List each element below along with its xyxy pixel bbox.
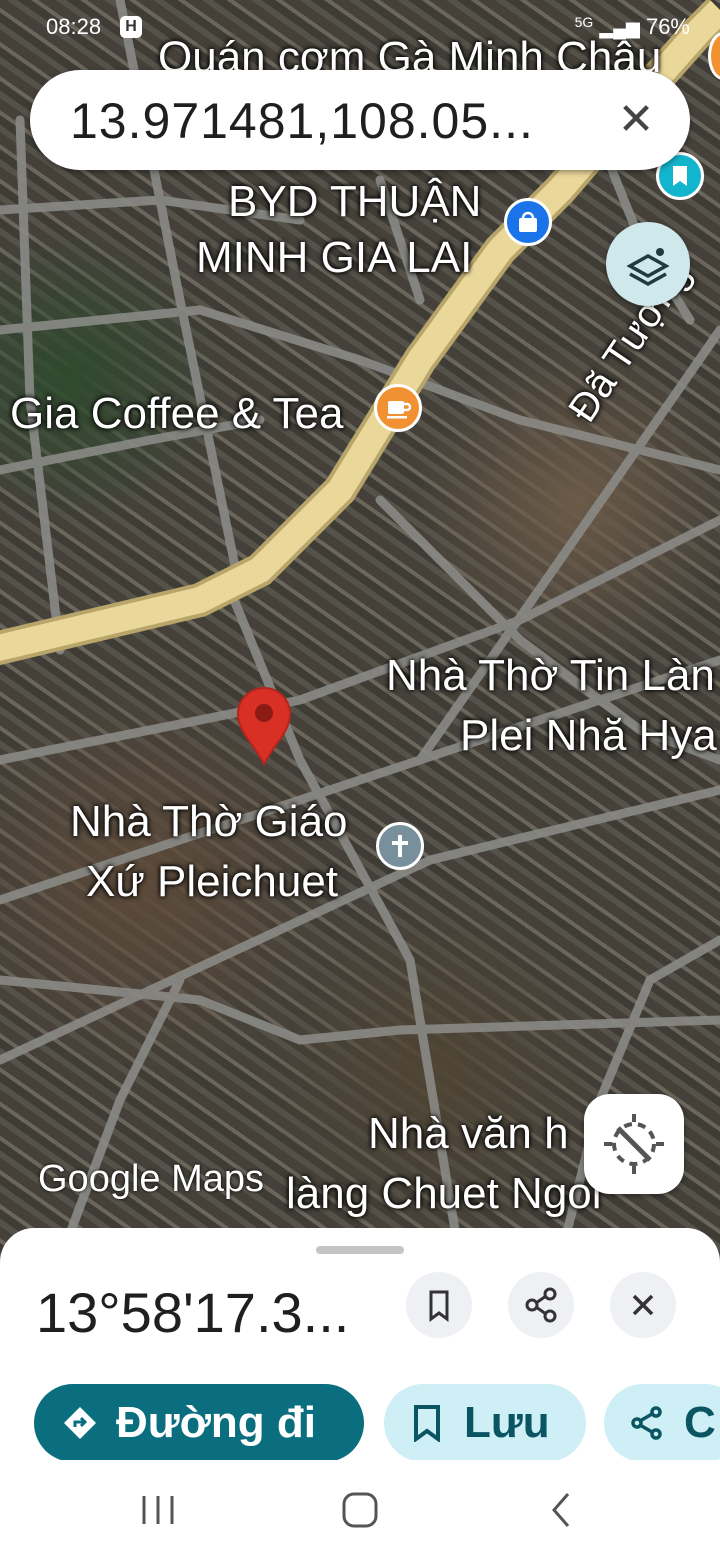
map-label-byd[interactable]: BYD THUẬN	[228, 176, 481, 228]
drag-handle[interactable]	[316, 1246, 404, 1254]
map-label-gia-coffee[interactable]: Gia Coffee & Tea	[10, 388, 343, 440]
recent-apps-icon[interactable]	[140, 1490, 176, 1530]
map-label-byd-line2[interactable]: MINH GIA LAI	[196, 232, 472, 284]
status-right: 5G ▂▄▆ 76%	[575, 14, 690, 40]
close-icon[interactable]: ✕	[612, 96, 660, 144]
close-sheet-button[interactable]	[610, 1272, 676, 1338]
status-bar: 08:28 H 5G ▂▄▆ 76%	[46, 14, 690, 44]
layers-button[interactable]	[606, 222, 690, 306]
app-notification-icon: H	[120, 16, 142, 38]
shopping-bag-icon[interactable]	[504, 198, 552, 246]
home-icon[interactable]	[340, 1490, 380, 1530]
directions-icon	[64, 1407, 96, 1439]
bookmark-icon	[429, 1290, 449, 1322]
search-coordinates[interactable]: 13.971481,108.05...	[70, 92, 534, 150]
share-icon	[525, 1287, 557, 1323]
map-label-nha-tho-tin-lanh-line2[interactable]: Plei Nhă Hya	[460, 710, 717, 762]
map-label-nha-van-hoa-line2[interactable]: làng Chuet Ngol	[286, 1168, 602, 1220]
location-pin-icon[interactable]	[236, 686, 292, 767]
share-button[interactable]	[508, 1272, 574, 1338]
save-pill-button[interactable]: Lưu	[384, 1384, 586, 1462]
google-maps-logo: Google Maps	[38, 1158, 265, 1200]
layers-icon	[626, 248, 670, 287]
map-label-nha-van-hoa[interactable]: Nhà văn h	[368, 1108, 569, 1160]
share-icon	[631, 1406, 662, 1440]
bookmark-icon	[414, 1405, 440, 1442]
battery-label: 76%	[645, 14, 690, 39]
my-location-button[interactable]	[584, 1094, 684, 1194]
map-label-nha-tho-giao-xu[interactable]: Nhà Thờ Giáo	[70, 796, 348, 848]
location-disabled-icon	[604, 1114, 664, 1174]
system-nav-bar	[0, 1460, 720, 1560]
coffee-cup-icon[interactable]	[374, 384, 422, 432]
church-cross-icon[interactable]	[376, 822, 424, 870]
directions-button[interactable]: Đường đi	[34, 1384, 364, 1462]
signal-icon: ▂▄▆	[599, 18, 640, 38]
map-view[interactable]: Quán cơm Gà Minh Châu BYD THUẬN MINH GIA…	[0, 0, 720, 1260]
network-label: 5G	[574, 14, 594, 30]
share-label: C	[684, 1398, 716, 1447]
map-label-nha-tho-giao-xu-line2[interactable]: Xứ Pleichuet	[86, 856, 338, 908]
share-pill-button[interactable]: C	[604, 1384, 720, 1462]
search-bar[interactable]: 13.971481,108.05... ✕	[30, 70, 690, 170]
directions-label: Đường đi	[116, 1398, 316, 1447]
coordinates-dms: 13°58'17.3...	[36, 1281, 350, 1344]
status-time: 08:28	[46, 14, 102, 39]
close-icon	[632, 1294, 654, 1316]
map-label-nha-tho-tin-lanh[interactable]: Nhà Thờ Tin Làn	[386, 650, 715, 702]
save-button[interactable]	[406, 1272, 472, 1338]
save-label: Lưu	[464, 1398, 550, 1447]
back-icon[interactable]	[546, 1490, 576, 1530]
